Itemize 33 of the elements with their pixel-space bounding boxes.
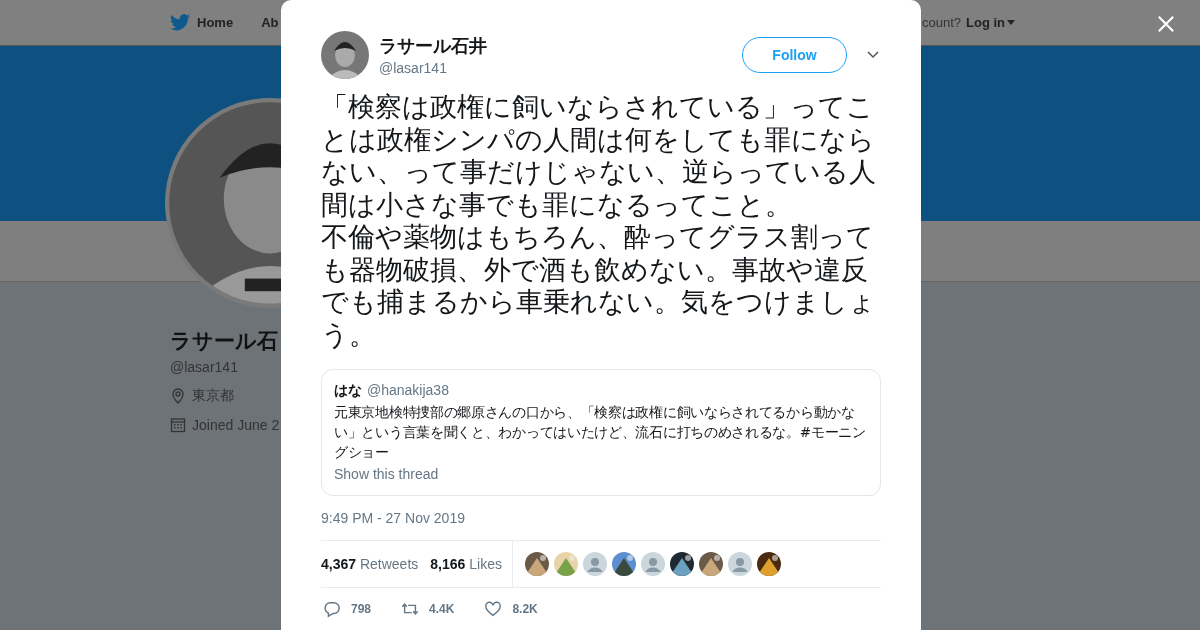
account-prompt: count? <box>921 15 961 30</box>
bird-icon <box>170 14 190 31</box>
joined-text: Joined June 2 <box>192 417 280 433</box>
follow-button[interactable]: Follow <box>742 37 847 73</box>
name-text: ラサール石 <box>170 328 278 354</box>
heart-icon[interactable] <box>484 600 503 618</box>
handle-text: @lasar141 <box>170 359 238 375</box>
tweet-text: 「検察は政権に飼いならされている」ってことは政権シンパの人間は何をしても罪にならない、って事だけじゃない、逆らっている人間は小さな事でも罪になるってこと。 <box>321 91 877 221</box>
close-icon[interactable] <box>1157 15 1175 33</box>
author-handle: @lasar141 <box>379 60 448 76</box>
show-thread-link[interactable]: Show this thread <box>334 466 439 482</box>
author-name: ラサール石井 <box>379 35 488 58</box>
caret-icon[interactable] <box>1007 20 1015 25</box>
about-link[interactable]: Ab <box>261 15 279 30</box>
timestamp: 9:49 PM - 27 Nov 2019 <box>321 510 881 541</box>
quoted-author-name: はな <box>334 382 362 400</box>
location-pin-icon <box>170 388 186 404</box>
quoted-tweet[interactable]: はな @hanakija38 元東京地検特捜部の郷原さんの口から、「検察は政権に飼いならされてるから動かない」という言葉を聞くと、わかってはいたけど、流石に打ちのめされるな。#モーニングショー Show this thread <box>321 369 881 496</box>
login-link[interactable]: Log in <box>966 15 1015 30</box>
location-text: 東京都 <box>192 387 234 405</box>
chevron-down-icon[interactable] <box>867 51 879 59</box>
reply-icon[interactable] <box>323 600 341 618</box>
quoted-author-handle: @hanakija38 <box>367 382 449 398</box>
action-count: 8.2K <box>512 602 538 616</box>
stat-count[interactable]: 4,367 Retweets <box>321 556 419 572</box>
stat-count[interactable]: 8,166 Likes <box>430 556 502 572</box>
action-count: 798 <box>351 602 372 616</box>
home-link[interactable]: Home <box>197 15 234 30</box>
action-count: 4.4K <box>429 602 455 616</box>
retweet-icon[interactable] <box>401 600 420 618</box>
tweet-text: 不倫や薬物はもちろん、酔ってグラス割っても器物破損、外で酒も飲めない。事故や違反でも捕まるから車乗れない。気をつけましょう。 <box>321 221 877 351</box>
quoted-tweet-text: 元東京地検特捜部の郷原さんの口から、「検察は政権に飼いならされてるから動かない」という言葉を聞くと、わかってはいたけど、流石に打ちのめされるな。#モーニングショー <box>334 403 867 462</box>
calendar-icon <box>170 417 186 433</box>
